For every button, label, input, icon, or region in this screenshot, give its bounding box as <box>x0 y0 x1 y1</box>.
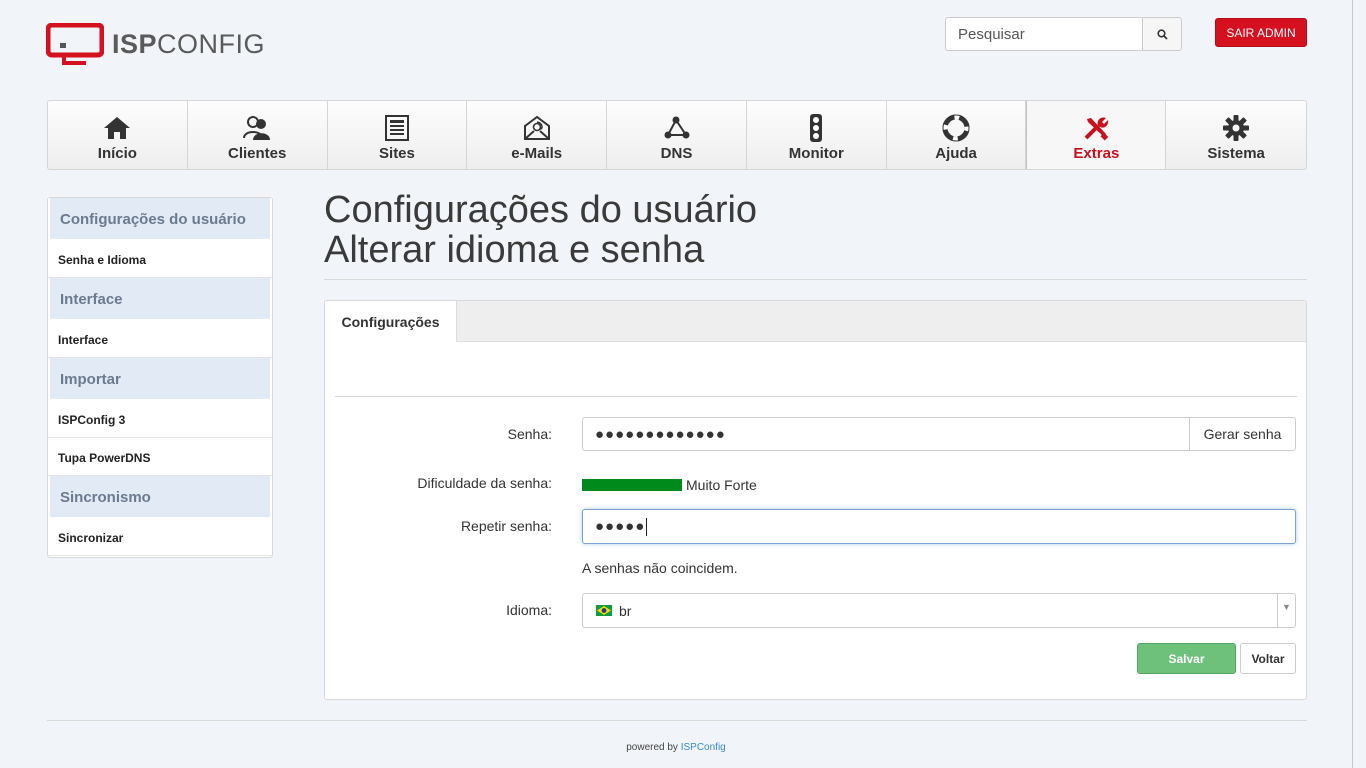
network-icon <box>664 116 690 139</box>
language-select[interactable]: br ▼ <box>582 593 1296 628</box>
nav-item-dns[interactable]: DNS <box>607 101 747 169</box>
language-value: br <box>619 602 632 619</box>
title-divider <box>324 279 1307 280</box>
chevron-down-icon[interactable]: ▼ <box>1277 594 1295 627</box>
sidebar-link-ispconfig3[interactable]: ISPConfig 3 <box>48 400 272 438</box>
text-caret <box>646 517 648 536</box>
search-icon <box>1156 28 1168 40</box>
footer: powered by ISPConfig <box>0 742 1352 753</box>
sidebar-heading-user-settings: Configurações do usuário <box>48 198 272 240</box>
tools-icon <box>1084 117 1109 141</box>
nav-label: Ajuda <box>935 145 977 162</box>
page-title-line1: Configurações do usuário <box>324 189 758 231</box>
logo-icon <box>46 23 104 65</box>
sidebar-link-synchronize[interactable]: Sincronizar <box>48 518 272 556</box>
nav-label: e-Mails <box>511 145 563 162</box>
password-input[interactable]: ●●●●●●●●●●●●● <box>582 417 1190 451</box>
nav-item-extras[interactable]: Extras <box>1026 101 1167 169</box>
brazil-flag-icon <box>596 605 612 616</box>
language-label: Idioma: <box>506 602 552 618</box>
nav-item-monitor[interactable]: Monitor <box>747 101 887 169</box>
password-label: Senha: <box>507 426 552 442</box>
nav-label: Clientes <box>227 145 287 162</box>
footer-ispconfig-link[interactable]: ISPConfig <box>681 742 726 753</box>
newspaper-icon <box>384 115 409 141</box>
footer-prefix: powered by <box>626 742 678 753</box>
password-mismatch-message: A senhas não coincidem. <box>582 560 738 576</box>
tab-bar: Configurações <box>325 301 1306 342</box>
nav-item-sistema[interactable]: Sistema <box>1166 101 1306 169</box>
search-button[interactable] <box>1142 17 1182 51</box>
password-strength-bar <box>582 479 682 491</box>
settings-panel: Configurações Senha: ●●●●●●●●●●●●● Gerar… <box>324 300 1307 700</box>
nav-label: Início <box>97 145 137 162</box>
ispconfig-logo[interactable]: ISPCONFIG <box>46 22 265 66</box>
sidebar-link-password-language[interactable]: Senha e Idioma <box>48 240 272 278</box>
main-nav: Início Clientes Sites e-Mails DNS Monito… <box>47 100 1307 170</box>
generate-password-button[interactable]: Gerar senha <box>1189 417 1296 451</box>
repeat-password-value: ●●●●● <box>595 518 646 535</box>
nav-item-sites[interactable]: Sites <box>328 101 468 169</box>
sidebar-heading-sync: Sincronismo <box>48 476 272 518</box>
save-button[interactable]: Salvar <box>1137 643 1236 674</box>
sidebar: Configurações do usuário Senha e Idioma … <box>47 197 273 558</box>
panel-divider <box>335 396 1297 397</box>
sidebar-heading-interface: Interface <box>48 278 272 320</box>
back-button[interactable]: Voltar <box>1240 643 1296 674</box>
nav-label: Sistema <box>1207 145 1265 162</box>
sidebar-heading-import: Importar <box>48 358 272 400</box>
nav-item-inicio[interactable]: Início <box>48 101 188 169</box>
password-strength-text: Muito Forte <box>686 477 757 493</box>
password-strength-fill <box>582 479 682 491</box>
nav-label: Extras <box>1073 145 1120 162</box>
sidebar-link-tupa-powerdns[interactable]: Tupa PowerDNS <box>48 438 272 476</box>
gear-icon <box>1223 115 1250 141</box>
tab-configuracoes[interactable]: Configurações <box>325 301 457 342</box>
nav-label: Monitor <box>788 145 844 162</box>
search-box <box>945 17 1182 51</box>
footer-divider <box>47 720 1307 721</box>
logo-text: ISPCONFIG <box>112 28 266 59</box>
window-edge <box>1352 0 1366 768</box>
repeat-password-label: Repetir senha: <box>460 518 552 534</box>
users-icon <box>243 116 271 140</box>
nav-item-clientes[interactable]: Clientes <box>188 101 328 169</box>
nav-label: DNS <box>660 145 693 162</box>
repeat-password-input[interactable]: ●●●●● <box>582 509 1296 544</box>
traffic-light-icon <box>810 114 823 142</box>
nav-item-ajuda[interactable]: Ajuda <box>887 101 1027 169</box>
envelope-icon <box>523 115 550 140</box>
nav-label: Sites <box>379 145 415 162</box>
page-title-line2: Alterar idioma e senha <box>324 229 705 271</box>
page-title: Configurações do usuário Alterar idioma … <box>324 190 757 270</box>
search-input[interactable] <box>945 17 1142 51</box>
password-strength-label: Dificuldade da senha: <box>417 475 552 491</box>
home-icon <box>104 117 131 139</box>
sidebar-link-interface[interactable]: Interface <box>48 320 272 358</box>
nav-item-emails[interactable]: e-Mails <box>467 101 608 169</box>
logout-button[interactable]: SAIR ADMIN <box>1215 18 1307 47</box>
lifebuoy-icon <box>942 114 970 142</box>
